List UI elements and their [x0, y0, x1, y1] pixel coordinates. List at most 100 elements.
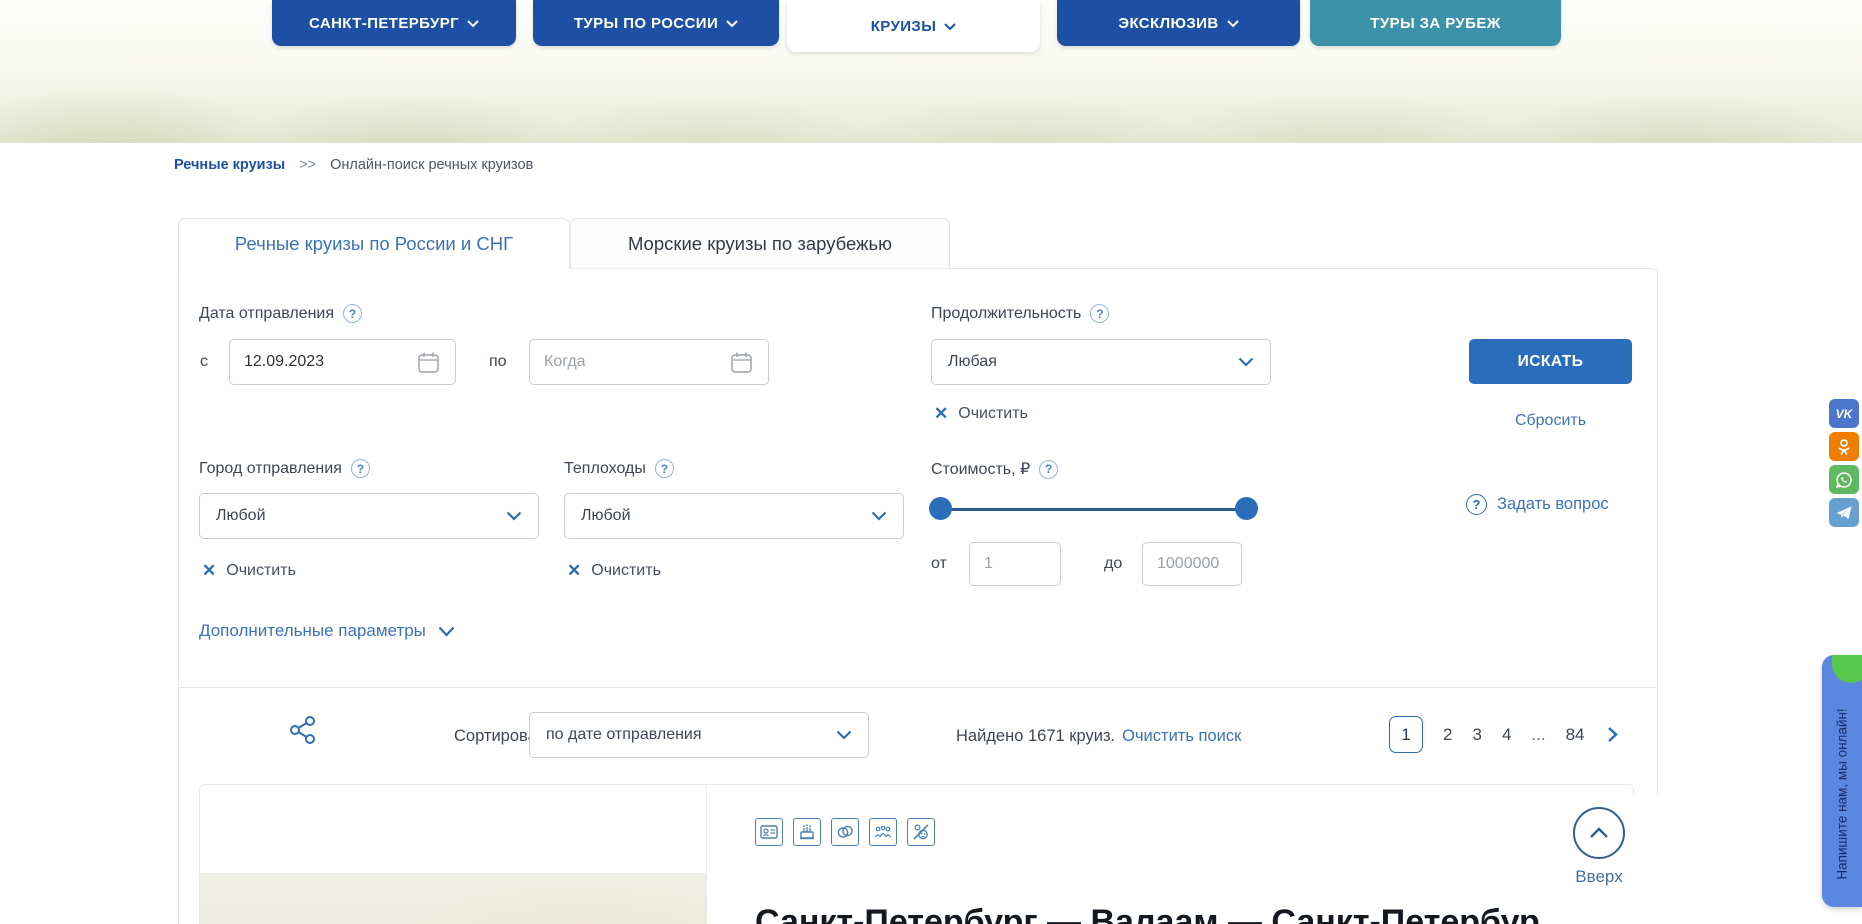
cruise-title[interactable]: Санкт-Петербург — Валаам — Санкт-Петербу… — [755, 903, 1555, 924]
search-panel: Дата отправления ? с по Продолжительност… — [178, 268, 1658, 924]
ask-question-link[interactable]: ? Задать вопрос — [1466, 494, 1609, 515]
duration-label: Продолжительность ? — [931, 304, 1109, 323]
help-icon[interactable]: ? — [351, 459, 370, 478]
price-range-slider[interactable] — [931, 497, 1256, 521]
clear-search-link[interactable]: Очистить поиск — [1122, 727, 1241, 746]
breadcrumb-current: Онлайн-поиск речных круизов — [330, 157, 533, 173]
pagination: 1 2 3 4 ... 84 — [1389, 716, 1618, 753]
nav-item-exclusive[interactable]: ЭКСКЛЮЗИВ — [1057, 0, 1300, 46]
chevron-down-icon — [467, 20, 479, 28]
ships-clear-button[interactable]: ✕ Очистить — [567, 561, 661, 581]
chevron-down-icon — [944, 23, 956, 31]
select-value: Любой — [581, 507, 631, 525]
odnoklassniki-icon[interactable] — [1829, 432, 1859, 461]
select-value: Любая — [948, 353, 997, 371]
clear-x-icon: ✕ — [567, 561, 581, 581]
help-icon[interactable]: ? — [1090, 304, 1109, 323]
clear-label: Очистить — [958, 405, 1028, 423]
breadcrumb: Речные круизы >> Онлайн-поиск речных кру… — [174, 157, 533, 173]
label-text: Стоимость, ₽ — [931, 459, 1030, 479]
birthday-cake-icon[interactable] — [793, 818, 821, 846]
cruise-photo[interactable] — [200, 785, 707, 924]
id-card-icon[interactable] — [755, 818, 783, 846]
chevron-down-icon — [438, 626, 455, 637]
help-icon[interactable]: ? — [1039, 460, 1058, 479]
next-page-button[interactable] — [1607, 726, 1618, 743]
nav-item-cruises-active[interactable]: КРУИЗЫ — [787, 0, 1040, 52]
page-last[interactable]: 84 — [1566, 725, 1585, 745]
wedding-rings-icon[interactable] — [831, 818, 859, 846]
telegram-icon[interactable] — [1829, 498, 1859, 527]
slider-track — [931, 508, 1256, 511]
cruise-photo-image — [200, 873, 706, 924]
price-to-input[interactable] — [1142, 542, 1242, 586]
no-children-icon[interactable] — [907, 818, 935, 846]
clear-x-icon: ✕ — [202, 561, 216, 581]
search-button[interactable]: ИСКАТЬ — [1469, 339, 1632, 384]
slider-handle-max[interactable] — [1235, 497, 1258, 520]
chevron-down-icon — [836, 730, 852, 740]
extra-params-label: Дополнительные параметры — [199, 621, 426, 641]
breadcrumb-separator: >> — [299, 157, 316, 173]
help-icon[interactable]: ? — [343, 304, 362, 323]
nav-item-tours-abroad[interactable]: ТУРЫ ЗА РУБЕЖ — [1310, 0, 1561, 46]
breadcrumb-root-link[interactable]: Речные круизы — [174, 157, 285, 173]
calendar-icon[interactable] — [730, 351, 753, 374]
page-2[interactable]: 2 — [1443, 725, 1452, 745]
tab-river-cruises[interactable]: Речные круизы по России и СНГ — [178, 218, 570, 269]
select-value: Любой — [216, 507, 266, 525]
page-1-active[interactable]: 1 — [1389, 716, 1423, 753]
nav-item-label: КРУИЗЫ — [871, 18, 937, 35]
departure-city-select[interactable]: Любой — [199, 493, 539, 539]
amenity-icons-row — [755, 818, 935, 846]
label-text: Дата отправления — [199, 305, 334, 323]
section-divider — [179, 687, 1657, 688]
duration-clear-button[interactable]: ✕ Очистить — [934, 404, 1028, 424]
group-icon[interactable] — [869, 818, 897, 846]
nav-item-label: ТУРЫ ЗА РУБЕЖ — [1370, 15, 1500, 32]
tab-sea-cruises[interactable]: Морские круизы по зарубежью — [570, 218, 950, 269]
online-chat-tab[interactable]: Напишите нам, мы онлайн! — [1822, 655, 1862, 907]
ships-label: Теплоходы ? — [564, 459, 674, 478]
calendar-icon[interactable] — [417, 351, 440, 374]
page-3[interactable]: 3 — [1472, 725, 1481, 745]
chat-leaf-decoration — [1832, 655, 1862, 683]
whatsapp-icon[interactable] — [1829, 465, 1859, 494]
slider-handle-min[interactable] — [929, 497, 952, 520]
clear-label: Очистить — [226, 562, 296, 580]
departure-city-label: Город отправления ? — [199, 459, 370, 478]
ships-select[interactable]: Любой — [564, 493, 904, 539]
back-to-top-widget: Вверх — [1540, 795, 1658, 924]
clear-label: Очистить — [591, 562, 661, 580]
social-sidebar: VK — [1829, 399, 1859, 527]
chevron-up-icon — [1589, 827, 1609, 839]
help-icon[interactable]: ? — [655, 459, 674, 478]
nav-item-label: ЭКСКЛЮЗИВ — [1118, 15, 1218, 32]
select-value: по дате отправления — [546, 726, 702, 744]
label-text: Город отправления — [199, 460, 342, 478]
back-to-top-label[interactable]: Вверх — [1540, 867, 1658, 887]
chevron-down-icon — [1227, 20, 1239, 28]
extra-params-toggle[interactable]: Дополнительные параметры — [199, 621, 455, 641]
date-to-prefix: по — [489, 353, 507, 371]
nav-item-label: ТУРЫ ПО РОССИИ — [574, 15, 718, 32]
nav-item-spb[interactable]: САНКТ-ПЕТЕРБУРГ — [272, 0, 516, 46]
duration-select[interactable]: Любая — [931, 339, 1271, 385]
chevron-right-icon — [1607, 726, 1618, 743]
nav-item-tours-russia[interactable]: ТУРЫ ПО РОССИИ — [533, 0, 779, 46]
chevron-down-icon — [506, 511, 522, 521]
city-clear-button[interactable]: ✕ Очистить — [202, 561, 296, 581]
found-count-text: Найдено 1671 круиз. — [956, 727, 1115, 746]
reset-link[interactable]: Сбросить — [1469, 412, 1632, 430]
price-from-input[interactable] — [969, 542, 1061, 586]
chat-tab-label: Напишите нам, мы онлайн! — [1835, 708, 1850, 879]
page-4[interactable]: 4 — [1502, 725, 1511, 745]
sort-select[interactable]: по дате отправления — [529, 712, 869, 758]
price-from-prefix: от — [931, 555, 947, 573]
cruise-result-card[interactable]: Санкт-Петербург — Валаам — Санкт-Петербу… — [199, 784, 1634, 924]
back-to-top-button[interactable] — [1573, 807, 1625, 859]
vk-icon[interactable]: VK — [1829, 399, 1859, 428]
chevron-down-icon — [1238, 357, 1254, 367]
share-icon[interactable] — [289, 715, 317, 745]
date-from-prefix: с — [200, 353, 208, 371]
